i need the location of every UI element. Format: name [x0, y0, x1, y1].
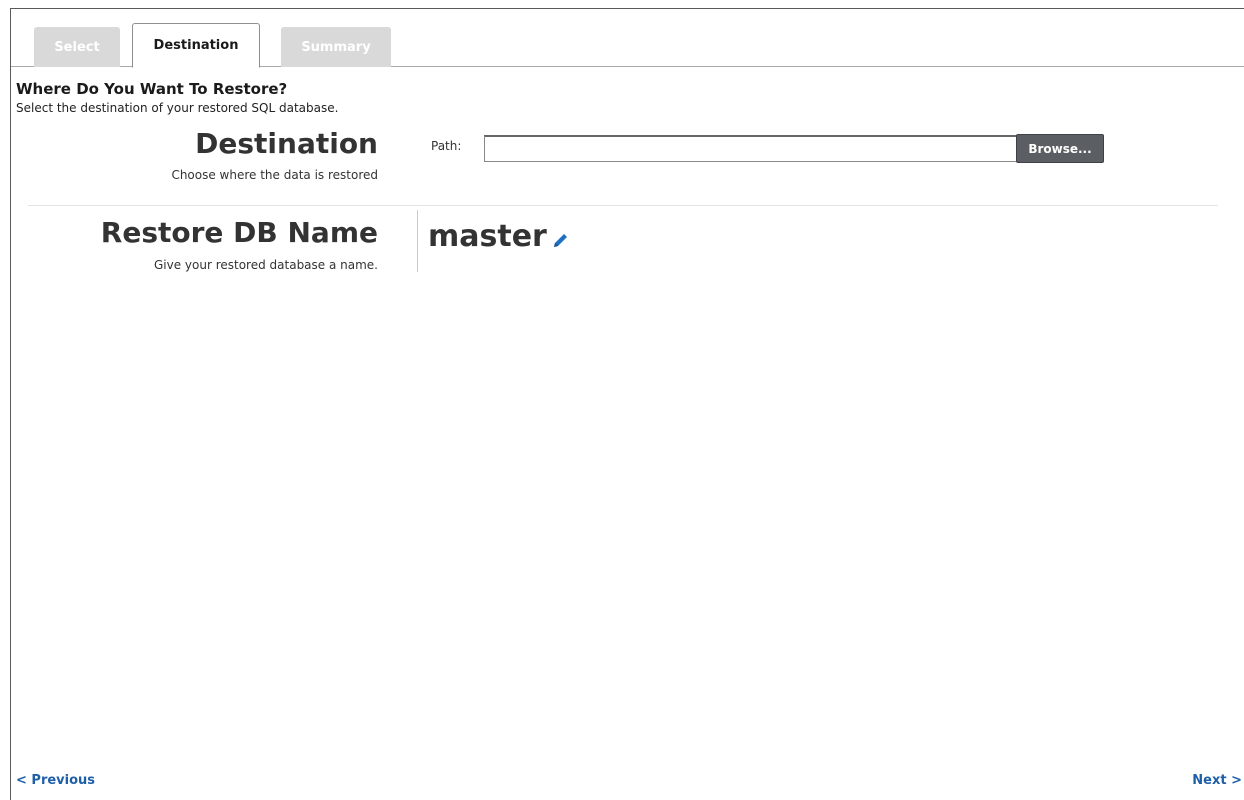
- browse-button[interactable]: Browse...: [1016, 134, 1104, 163]
- browse-button-label: Browse...: [1028, 141, 1092, 156]
- tab-destination[interactable]: Destination: [132, 23, 260, 68]
- vertical-divider: [417, 210, 418, 272]
- tab-select[interactable]: Select: [34, 27, 120, 67]
- pencil-icon[interactable]: [551, 230, 571, 250]
- next-link[interactable]: Next >: [1192, 773, 1242, 788]
- path-label: Path:: [431, 139, 462, 153]
- tab-summary[interactable]: Summary: [281, 27, 391, 67]
- restore-db-title: Restore DB Name: [100, 216, 378, 249]
- path-input[interactable]: [484, 135, 1018, 162]
- tab-destination-label: Destination: [153, 38, 239, 53]
- tab-select-label: Select: [54, 39, 100, 55]
- destination-description: Choose where the data is restored: [171, 168, 378, 182]
- page-title: Where Do You Want To Restore?: [16, 80, 288, 98]
- tab-summary-label: Summary: [301, 39, 371, 55]
- db-name-editable[interactable]: master: [428, 219, 571, 254]
- previous-link[interactable]: < Previous: [16, 773, 95, 788]
- tab-bar: Select Destination Summary: [11, 9, 1244, 68]
- page-subtitle: Select the destination of your restored …: [16, 101, 339, 115]
- section-divider: [28, 205, 1218, 206]
- db-name-value: master: [428, 219, 547, 254]
- destination-title: Destination: [195, 127, 378, 160]
- restore-db-description: Give your restored database a name.: [153, 258, 378, 272]
